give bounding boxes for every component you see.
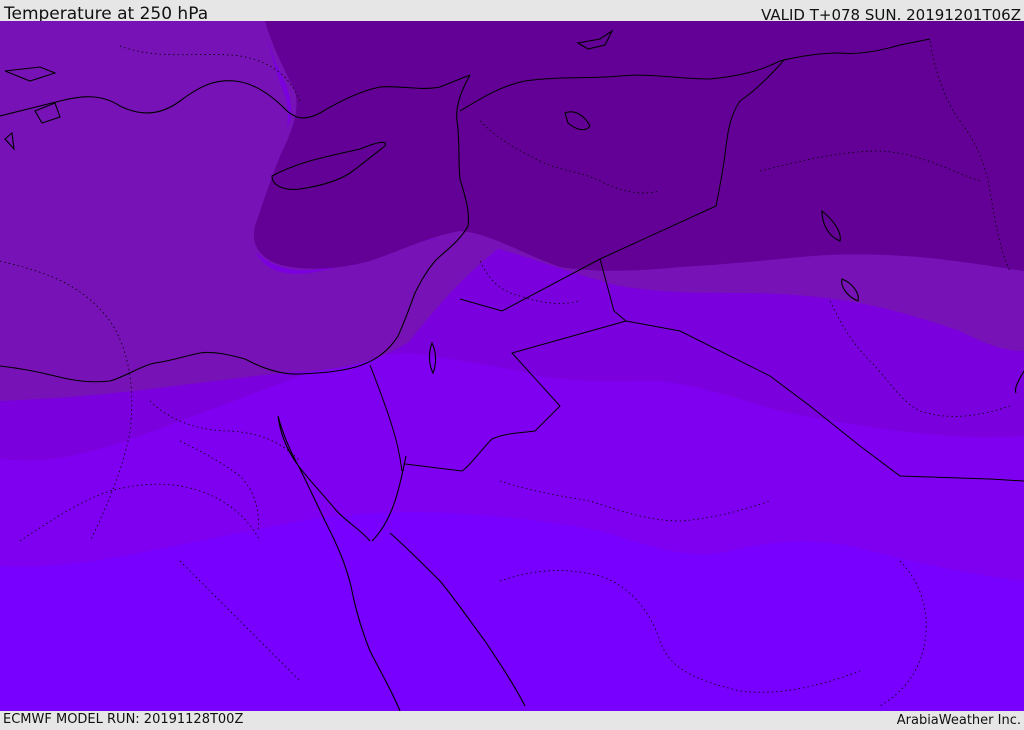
map-header: Temperature at 250 hPa VALID T+078 SUN. … xyxy=(0,0,1024,24)
weather-map xyxy=(0,21,1024,711)
model-run: ECMWF MODEL RUN: 20191128T00Z xyxy=(3,712,244,727)
credit: ArabiaWeather Inc. xyxy=(896,713,1021,728)
map-footer: ECMWF MODEL RUN: 20191128T00Z ArabiaWeat… xyxy=(0,711,1024,729)
